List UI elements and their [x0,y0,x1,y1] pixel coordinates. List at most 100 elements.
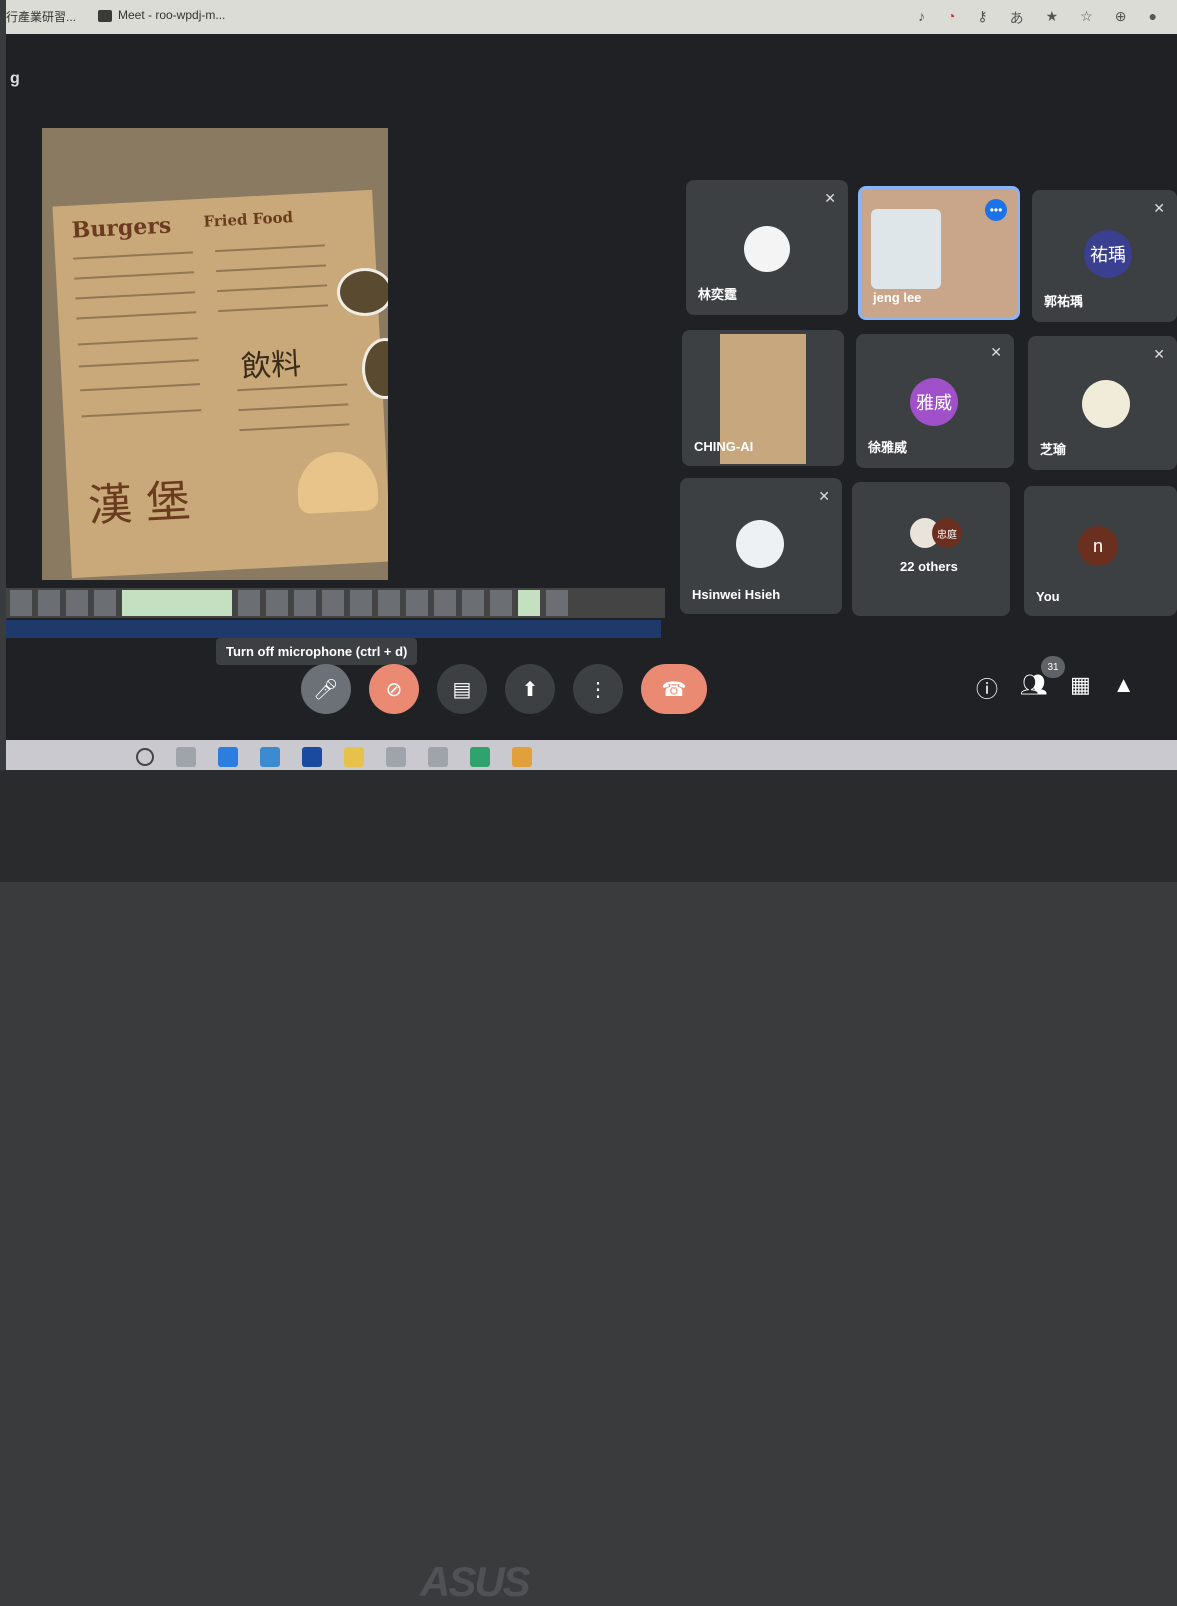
captions-button[interactable]: ▤ [437,664,487,714]
participant-tile[interactable]: ✕ 雅威 徐雅威 [856,334,1014,468]
tab-1[interactable]: 行產業研習... [6,8,76,25]
camera-status-icon[interactable]: ◔ [947,8,955,28]
tab-meet[interactable]: Meet - roo-wpdj-m... [98,8,225,22]
participant-name: CHING-AI [694,439,754,454]
participant-tile-active[interactable]: ••• jeng lee [858,186,1020,320]
menu-line [76,311,197,320]
thumbnail [10,590,32,616]
participant-tile[interactable]: ✕ Hsinwei Hsieh [680,478,842,614]
menu-line [81,409,202,418]
menu-line [214,244,325,253]
chrome-icon[interactable] [512,747,532,767]
chat-icon[interactable]: ▦ [1070,672,1091,704]
extensions-icon[interactable]: ⊕ [1115,8,1127,28]
mail-icon[interactable] [260,747,280,767]
page-letter: g [10,70,20,87]
thumbnail [350,590,372,616]
avatar: 雅威 [910,378,958,426]
search-icon[interactable] [136,748,154,766]
participant-name: You [1036,589,1060,604]
thumbnail [122,590,232,616]
store-icon[interactable] [386,747,406,767]
participant-tile[interactable]: ✕ 林奕霆 [686,180,848,315]
participant-video [871,209,941,289]
folder-icon[interactable] [344,747,364,767]
side-controls: ⓘ 👥︎ ▦ ▲ [976,672,1135,704]
microphone-tooltip: Turn off microphone (ctrl + d) [216,638,418,665]
windows-taskbar [6,740,1177,770]
participant-name: 芝瑜 [1040,442,1067,457]
menu-line [78,359,199,368]
speaking-indicator-icon: ••• [985,199,1007,221]
menu-line [77,337,198,346]
mic-muted-icon: ✕ [990,344,1002,360]
thumbnail [38,590,60,616]
thumbnail [294,590,316,616]
mic-muted-icon: ✕ [1153,346,1165,362]
menu-board: Burgers Fried Food 飲料 漢 堡 [52,189,388,579]
activities-icon[interactable]: ▲ [1113,672,1135,704]
avatar: n [1078,526,1118,566]
shared-screen-taskbar [6,620,661,638]
presentation-video: Burgers Fried Food 飲料 漢 堡 [42,128,388,580]
more-options-button[interactable]: ⋮ [573,664,623,714]
profile-icon[interactable]: ● [1149,8,1157,28]
tab-1-label: 行產業研習... [6,10,77,24]
thumbnail [94,590,116,616]
leave-call-button[interactable]: ☎ [641,664,707,714]
task-view-icon[interactable] [176,747,196,767]
mic-status-icon[interactable]: ♪ [918,8,925,28]
meet-app-icon[interactable] [470,747,490,767]
participant-name: jeng lee [873,290,922,305]
microphone-icon: 🎤︎ [313,678,339,701]
laptop-bezel: ASUS [0,770,1177,1605]
camera-button[interactable]: ⊘ [369,664,419,714]
camera-off-icon: ⊘ [385,678,403,701]
thumbnail [266,590,288,616]
thumbnail [462,590,484,616]
edge-icon[interactable] [218,747,238,767]
menu-line [74,271,195,280]
people-icon[interactable]: 👥︎ [1020,672,1048,704]
info-icon[interactable]: ⓘ [976,672,998,704]
menu-line [75,291,196,300]
menu-line [217,284,328,293]
end-call-icon: ☎ [661,678,687,701]
menu-line [73,251,194,260]
participant-name: 林奕霆 [698,287,738,302]
captions-icon: ▤ [452,678,472,701]
call-controls: 🎤︎ ⊘ ▤ ⬆ ⋮ ☎ [301,664,707,714]
thumbnail [490,590,512,616]
participant-tile[interactable]: ✕ 芝瑜 [1028,336,1177,470]
burger-drawing [295,450,379,515]
participant-tile[interactable]: ✕ 祐瑀 郭祐瑀 [1032,190,1177,322]
participant-name: Hsinwei Hsieh [692,587,781,602]
participant-tile[interactable]: CHING-AI [682,330,844,466]
bookmark-star-icon[interactable]: ★ [1046,8,1059,28]
laptop-screen: 行產業研習... Meet - roo-wpdj-m... ♪ ◔ ⚷ あ ★ … [6,0,1177,770]
participant-name: 郭祐瑀 [1044,294,1084,309]
menu-title-burgers: Burgers [71,212,172,244]
menu-line [216,264,326,273]
menu-title-fried: Fried Food [203,208,294,231]
key-icon[interactable]: ⚷ [977,8,987,28]
translate-icon[interactable]: あ [1010,8,1024,28]
self-tile[interactable]: n You [1024,486,1177,616]
thumbnail [434,590,456,616]
tab-meet-label: Meet - roo-wpdj-m... [118,8,226,22]
participant-name: 徐雅威 [868,440,908,455]
present-button[interactable]: ⬆ [505,664,555,714]
menu-line [238,403,349,412]
collections-icon[interactable]: ☆ [1080,8,1093,28]
microphone-button[interactable]: 🎤︎ [301,664,351,714]
menu-drinks-title: 飲料 [240,346,302,385]
mic-muted-icon: ✕ [824,190,836,206]
shield-icon[interactable] [428,747,448,767]
others-tile[interactable]: 忠庭 22 others [852,482,1010,616]
thumbnail [546,590,568,616]
app-icon[interactable] [302,747,322,767]
others-count: 22 others [900,559,958,574]
meet-tab-icon [98,9,112,22]
browser-tab-bar: 行產業研習... Meet - roo-wpdj-m... ♪ ◔ ⚷ あ ★ … [6,0,1177,34]
food-photo [337,268,388,316]
